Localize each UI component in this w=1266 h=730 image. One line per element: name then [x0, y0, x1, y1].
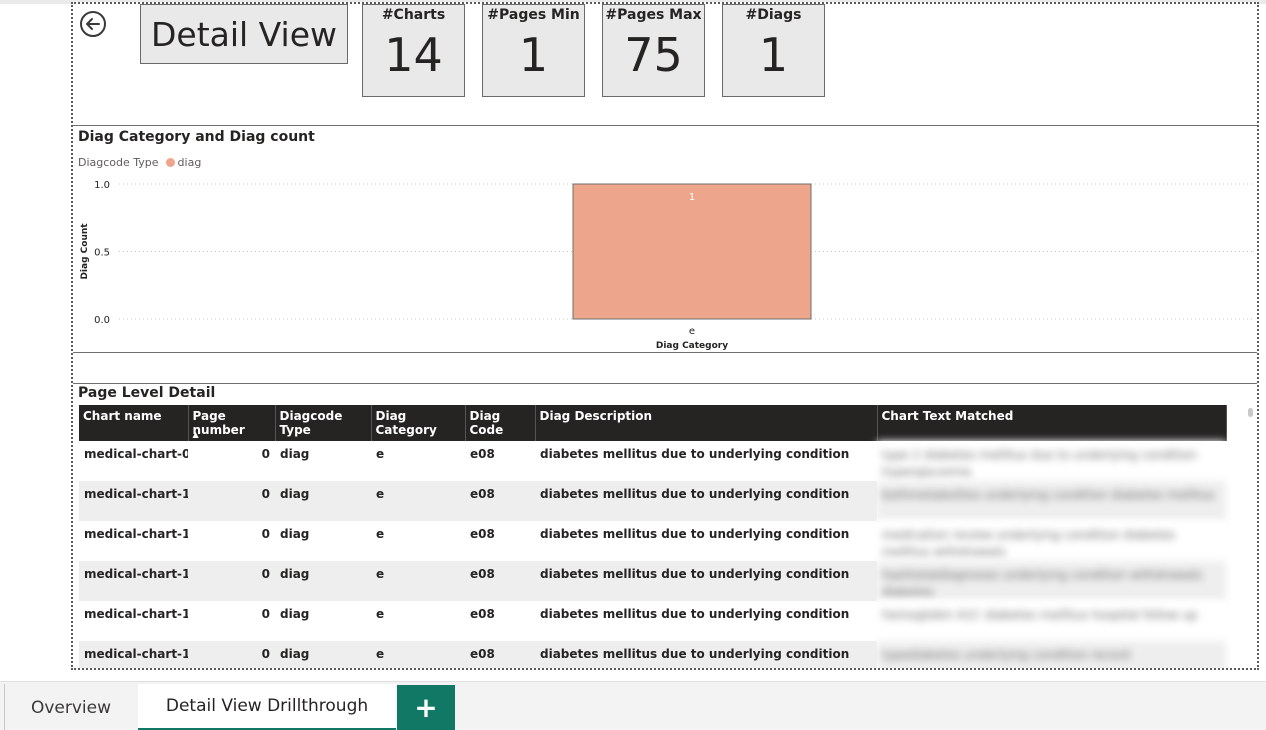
table-header-row: Chart name Page number ▲ Diagcode Type D…: [79, 405, 1227, 441]
card-label: #Diags: [745, 7, 802, 23]
cell-diag-description: diabetes mellitus due to underlying cond…: [535, 481, 877, 521]
card-diags: #Diags 1: [722, 4, 825, 97]
cell-diag-code: e08: [465, 641, 535, 668]
cell-diag-code: e08: [465, 521, 535, 561]
column-header-chart-text-matched[interactable]: Chart Text Matched: [877, 405, 1227, 441]
cell-chart-text-matched: hemoglobin A1C diabetes mellitus hospita…: [877, 601, 1226, 641]
cell-diag-category: e: [371, 561, 465, 601]
cell-chart-name: medical-chart-08: [79, 441, 188, 481]
cell-chart-name: medical-chart-17: [79, 601, 188, 641]
card-charts: #Charts 14: [362, 4, 465, 97]
cell-page-number: 0: [188, 521, 275, 561]
cell-page-number: 0: [188, 481, 275, 521]
card-label: #Charts: [381, 7, 446, 23]
report-canvas: Detail View #Charts 14 #Pages Min 1 #Pag…: [71, 2, 1259, 670]
card-value: 75: [624, 28, 683, 82]
cell-diagcode-type: diag: [275, 481, 371, 521]
cell-diag-description: diabetes mellitus due to underlying cond…: [535, 601, 877, 641]
cell-diag-description: diabetes mellitus due to underlying cond…: [535, 641, 877, 668]
column-header-diag-code[interactable]: Diag Code: [465, 405, 536, 441]
x-axis-label: Diag Category: [656, 341, 728, 351]
cell-page-number: 0: [188, 441, 275, 481]
page-level-detail-panel: Page Level Detail Chart name Page number…: [73, 383, 1257, 668]
detail-table: Chart name Page number ▲ Diagcode Type D…: [79, 405, 1227, 668]
page-tab-bar: Overview Detail View Drillthrough +: [0, 681, 1266, 730]
y-tick-label: 1.0: [94, 180, 110, 191]
cell-diag-description: diabetes mellitus due to underlying cond…: [535, 561, 877, 601]
cell-chart-text-matched: bothmetabolites underlying condition dia…: [877, 481, 1226, 521]
bar-chart: 0.0 0.5 1.0 Diag Count 1 e Diag Category: [80, 180, 1253, 351]
column-header-diag-description[interactable]: Diag Description: [535, 405, 878, 441]
column-header-diag-category[interactable]: Diag Category: [371, 405, 466, 441]
table-row[interactable]: medical-chart-17 0 diag e e08 diabetes mellit…: [79, 601, 1226, 641]
table-row[interactable]: medical-chart-17 0 diag e e08 diabetes mellit…: [79, 481, 1226, 521]
bar-e: [572, 183, 812, 320]
back-arrow-icon[interactable]: [79, 10, 107, 38]
cell-page-number: 0: [188, 601, 275, 641]
column-header-chart-name[interactable]: Chart name: [79, 405, 189, 441]
cell-chart-name: medical-chart-17: [79, 561, 188, 601]
cell-page-number: 0: [188, 641, 275, 668]
cell-diag-description: diabetes mellitus due to underlying cond…: [535, 521, 877, 561]
card-label: #Pages Max: [605, 7, 702, 23]
cell-diag-category: e: [371, 481, 465, 521]
table-row[interactable]: medical-chart-17 0 diag e e08 diabetes mellit…: [79, 521, 1226, 561]
cell-diag-category: e: [371, 601, 465, 641]
table-scrollbar[interactable]: [1248, 408, 1253, 417]
cell-chart-text-matched: type 2 diabetes mellitus due to underlyi…: [877, 441, 1226, 481]
cell-chart-text-matched: medication review underlying condition d…: [877, 521, 1226, 561]
cell-diag-code: e08: [465, 561, 535, 601]
add-page-button[interactable]: +: [397, 685, 455, 730]
diag-chart-panel[interactable]: Diag Category and Diag count Diagcode Ty…: [73, 125, 1257, 353]
y-axis-label: Diag Count: [80, 223, 90, 280]
cell-page-number: 0: [188, 561, 275, 601]
cell-diag-description: diabetes mellitus due to underlying cond…: [535, 441, 877, 481]
cell-chart-text-matched: hashtotaldiagnoses underlying condition …: [877, 561, 1226, 601]
card-label: #Pages Min: [487, 7, 580, 23]
cell-chart-text-matched: typediabetes underlying condition record: [877, 641, 1226, 668]
tab-overview[interactable]: Overview: [4, 684, 137, 730]
cell-diag-category: e: [371, 441, 465, 481]
card-pages-max: #Pages Max 75: [602, 4, 705, 97]
card-pages-min: #Pages Min 1: [482, 4, 585, 97]
card-value: 1: [758, 28, 789, 82]
y-tick-label: 0.0: [94, 315, 110, 326]
x-tick-label: e: [689, 326, 695, 337]
cell-diag-category: e: [371, 521, 465, 561]
cell-chart-name: medical-chart-17: [79, 481, 188, 521]
cell-chart-name: medical-chart-17: [79, 521, 188, 561]
page-title: Detail View: [140, 4, 348, 64]
cell-diagcode-type: diag: [275, 641, 371, 668]
cell-diagcode-type: diag: [275, 561, 371, 601]
tab-detail-view-drillthrough[interactable]: Detail View Drillthrough: [138, 684, 396, 730]
cell-diagcode-type: diag: [275, 521, 371, 561]
cell-diag-code: e08: [465, 441, 535, 481]
cell-diag-code: e08: [465, 601, 535, 641]
sort-ascending-icon: ▲: [192, 430, 199, 439]
column-header-page-number[interactable]: Page number ▲: [188, 405, 276, 441]
table-row[interactable]: medical-chart-17 0 diag e e08 diabetes mellit…: [79, 641, 1226, 668]
y-tick-label: 0.5: [94, 248, 110, 259]
column-header-label: Page number: [192, 409, 245, 437]
cell-diagcode-type: diag: [275, 441, 371, 481]
cell-diag-code: e08: [465, 481, 535, 521]
table-title: Page Level Detail: [78, 385, 216, 401]
cell-chart-name: medical-chart-17: [79, 641, 188, 668]
table-row[interactable]: medical-chart-17 0 diag e e08 diabetes mellit…: [79, 561, 1226, 601]
cell-diagcode-type: diag: [275, 601, 371, 641]
column-header-diagcode-type[interactable]: Diagcode Type: [275, 405, 372, 441]
card-value: 1: [518, 28, 549, 82]
cell-diag-category: e: [371, 641, 465, 668]
table-row[interactable]: medical-chart-08 0 diag e e08 diabetes mellit…: [79, 441, 1226, 481]
card-value: 14: [384, 28, 443, 82]
bar-data-label: 1: [689, 192, 695, 203]
